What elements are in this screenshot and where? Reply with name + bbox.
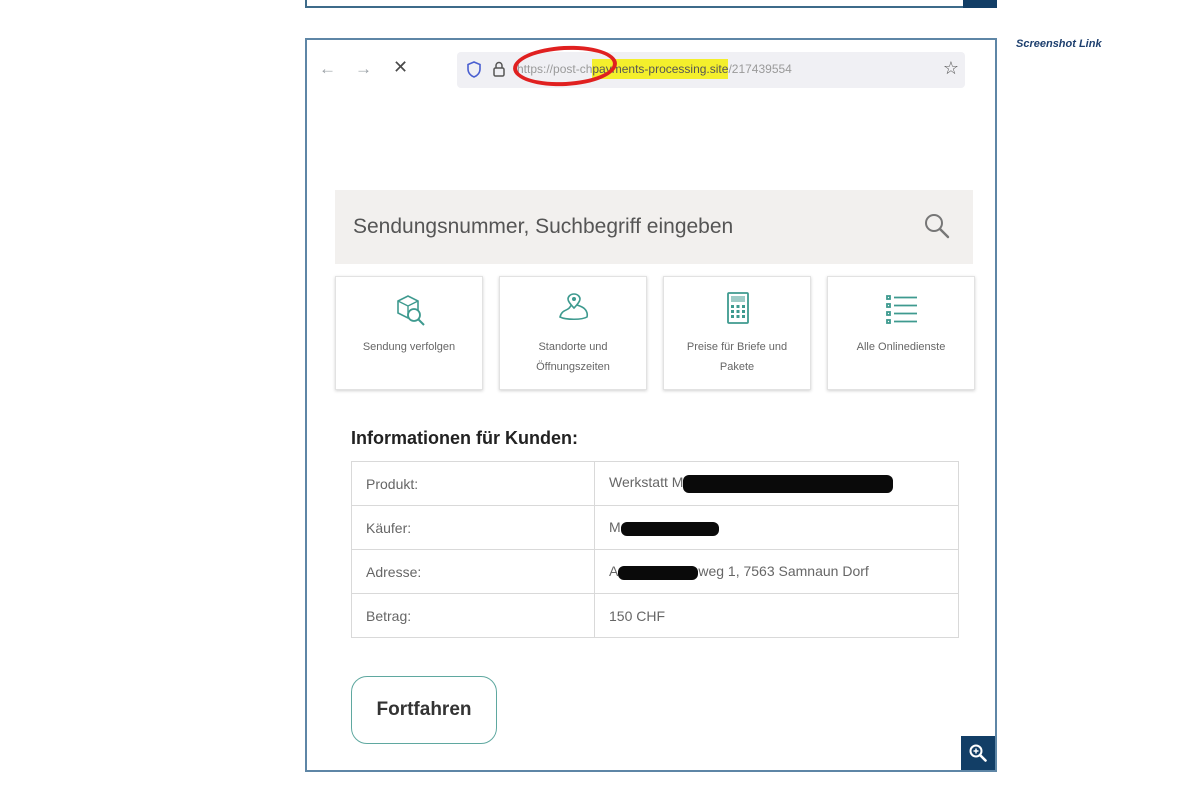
previous-screenshot-frame <box>305 0 997 8</box>
redaction-mark <box>618 565 699 580</box>
row-key: Adresse: <box>351 549 595 594</box>
table-row: Betrag: 150 CHF <box>351 593 959 638</box>
buyer-value: M <box>609 519 621 536</box>
tile-label: Sendung verfolgen <box>362 341 456 353</box>
row-key: Käufer: <box>351 505 595 550</box>
tile-track-shipment[interactable]: Sendung verfolgen <box>335 276 483 390</box>
row-value: Aweg 1, 7563 Samnaun Dorf <box>594 549 959 594</box>
search-bar <box>335 190 973 264</box>
row-key: Produkt: <box>351 461 595 506</box>
address-prefix: A <box>609 563 619 580</box>
tile-all-online-services[interactable]: Alle Onlinedienste <box>827 276 975 390</box>
continue-button[interactable]: Fortfahren <box>351 676 497 744</box>
lock-icon <box>493 61 505 77</box>
tile-label: Standorte und Öffnungszeiten <box>536 341 610 373</box>
address-bar[interactable]: https://post-chpayments-processing.site/… <box>457 43 965 89</box>
parcel-search-icon <box>397 295 425 326</box>
location-map-icon <box>559 293 589 321</box>
bookmark-star-icon[interactable]: ☆ <box>943 58 959 79</box>
redaction-mark <box>620 521 719 536</box>
tile-label: Preise für Briefe und Pakete <box>686 341 788 373</box>
zoom-button[interactable] <box>961 736 995 770</box>
address-value: weg 1, 7563 Samnaun Dorf <box>698 563 869 580</box>
browser-toolbar: ← → ✕ https://post-chpayments-processing… <box>307 40 995 92</box>
service-tiles: Sendung verfolgen Standorte und Öffnungs… <box>335 276 977 392</box>
forward-arrow-icon[interactable]: → <box>355 60 372 77</box>
row-value: Werkstatt M <box>594 461 959 506</box>
screenshot-caption: Screenshot Link <box>1016 38 1102 50</box>
search-input[interactable] <box>351 214 895 240</box>
table-row: Produkt: Werkstatt M <box>351 461 959 506</box>
product-value: Werkstatt M <box>609 474 684 491</box>
back-arrow-icon[interactable]: ← <box>319 60 336 77</box>
stop-loading-icon[interactable]: ✕ <box>393 58 408 76</box>
tile-label: Alle Onlinedienste <box>856 341 946 353</box>
tile-prices[interactable]: Preise für Briefe und Pakete <box>663 276 811 390</box>
red-circle-annotation <box>512 43 618 89</box>
table-row: Adresse: Aweg 1, 7563 Samnaun Dorf <box>351 549 959 594</box>
list-icon <box>886 295 917 324</box>
previous-zoom-button[interactable] <box>963 0 997 8</box>
table-row: Käufer: M <box>351 505 959 550</box>
row-value: 150 CHF <box>594 593 959 638</box>
search-icon[interactable] <box>923 212 951 240</box>
shield-icon <box>467 61 481 78</box>
customer-info-table: Produkt: Werkstatt M Käufer: M Adresse: … <box>351 461 959 638</box>
row-key: Betrag: <box>351 593 595 638</box>
phishing-screenshot: ← → ✕ https://post-chpayments-processing… <box>305 38 997 772</box>
tile-locations[interactable]: Standorte und Öffnungszeiten <box>499 276 647 390</box>
row-value: M <box>594 505 959 550</box>
calculator-icon <box>727 292 749 324</box>
redaction-mark <box>683 474 894 493</box>
zoom-in-icon <box>969 744 987 762</box>
info-heading: Informationen für Kunden: <box>351 428 578 448</box>
url-path: /217439554 <box>728 62 792 76</box>
